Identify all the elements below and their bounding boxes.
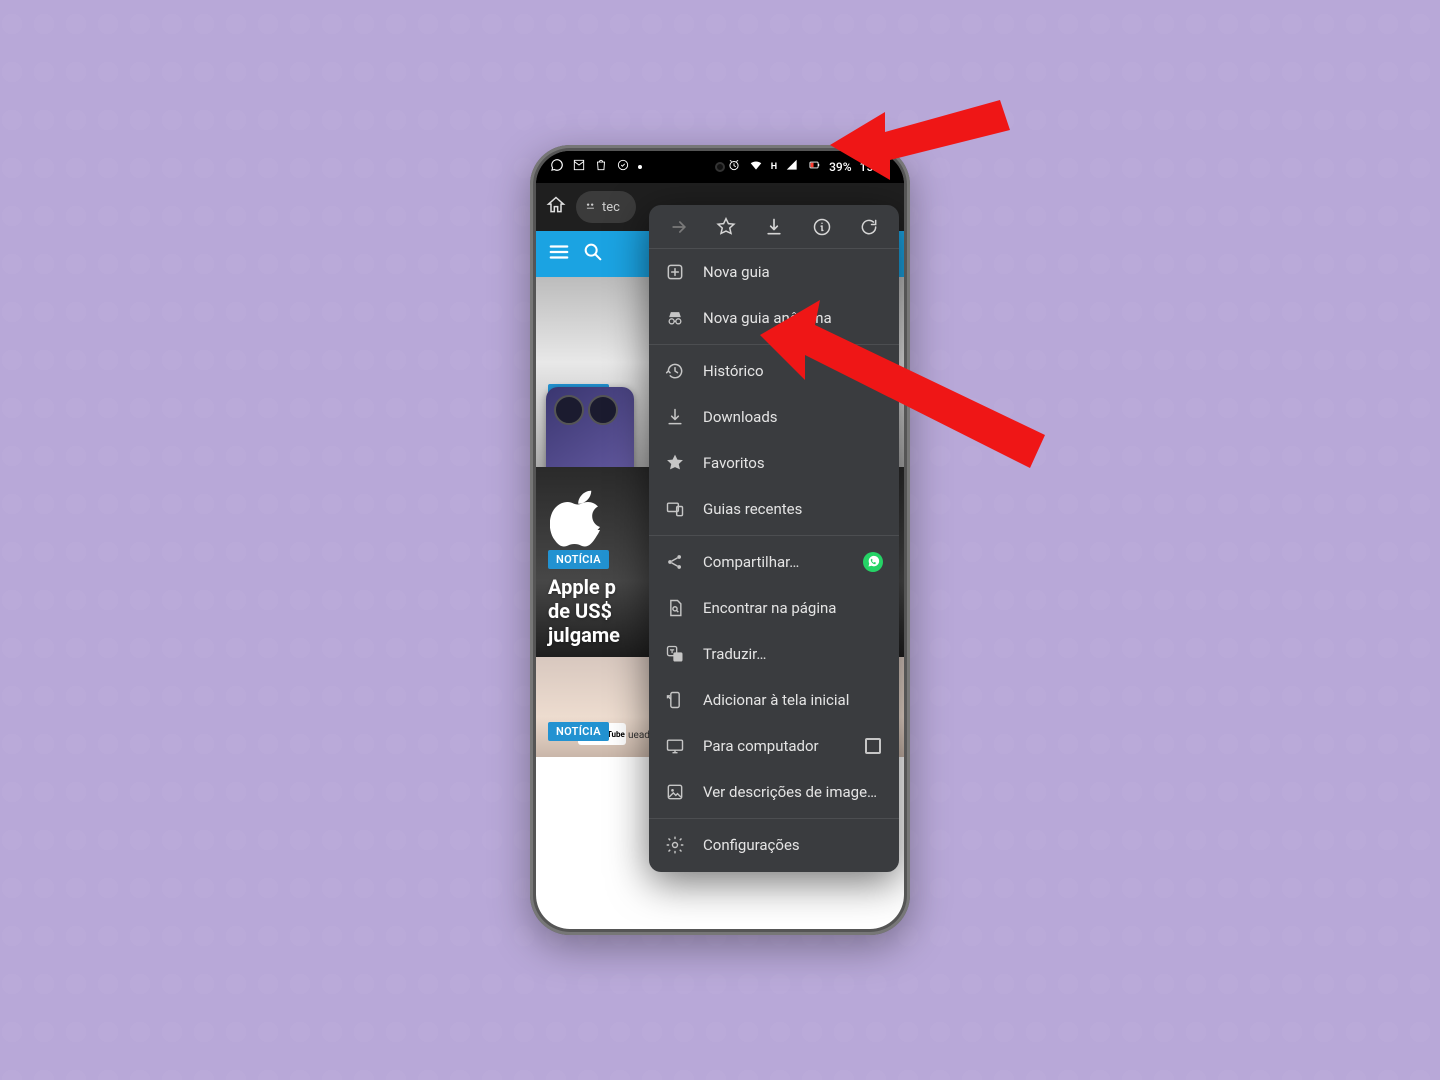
desktop-icon — [665, 736, 685, 756]
menu-item-label: Configurações — [703, 836, 883, 854]
menu-item-image-descriptions[interactable]: Ver descrições de image… — [649, 769, 899, 815]
menu-item-translate[interactable]: Traduzir… — [649, 631, 899, 677]
translate-icon — [665, 644, 685, 664]
menu-item-label: Encontrar na página — [703, 599, 883, 617]
sync-status-icon — [616, 158, 630, 176]
history-icon — [665, 361, 685, 381]
menu-item-label: Ver descrições de image… — [703, 783, 883, 801]
menu-item-label: Para computador — [703, 737, 845, 755]
home-icon[interactable] — [546, 195, 566, 219]
gear-icon — [665, 835, 685, 855]
menu-item-new-tab[interactable]: Nova guia — [649, 249, 899, 295]
page-info-button[interactable] — [804, 209, 840, 245]
menu-item-label: Traduzir… — [703, 645, 883, 663]
reload-button[interactable] — [851, 209, 887, 245]
wifi-icon — [749, 158, 763, 176]
menu-item-label: Adicionar à tela inicial — [703, 691, 883, 709]
menu-item-find-in-page[interactable]: Encontrar na página — [649, 585, 899, 631]
noticia-badge: NOTÍCIA — [548, 722, 609, 741]
bag-status-icon — [594, 158, 608, 176]
phone-frame: H 39% 15:47 tec — [530, 145, 910, 935]
illustration-canvas: H 39% 15:47 tec — [0, 0, 1440, 1080]
camera-notch — [715, 162, 725, 172]
search-icon[interactable] — [582, 241, 604, 267]
phone-screen: H 39% 15:47 tec — [536, 151, 904, 929]
hamburger-icon[interactable] — [548, 241, 570, 267]
menu-item-settings[interactable]: Configurações — [649, 822, 899, 868]
menu-item-desktop-site[interactable]: Para computador — [649, 723, 899, 769]
more-notifications-dot — [638, 165, 642, 169]
menu-item-label: Guias recentes — [703, 500, 883, 518]
devices-icon — [665, 499, 685, 519]
menu-item-label: Compartilhar… — [703, 553, 845, 571]
forward-button[interactable] — [661, 209, 697, 245]
url-text: tec — [602, 200, 620, 215]
battery-icon — [807, 158, 821, 176]
image-icon — [665, 782, 685, 802]
annotation-arrow-top — [830, 90, 1010, 204]
annotation-arrow-menu — [760, 300, 1050, 474]
desktop-site-checkbox[interactable] — [863, 736, 883, 756]
mobile-data-indicator: H — [771, 162, 777, 172]
whatsapp-quick-share[interactable] — [863, 552, 883, 572]
menu-item-recent-tabs[interactable]: Guias recentes — [649, 486, 899, 532]
menu-divider — [649, 535, 899, 536]
add-to-home-icon — [665, 690, 685, 710]
signal-icon — [785, 158, 799, 176]
mail-status-icon — [572, 158, 586, 176]
chip-side-text: uead — [628, 730, 650, 741]
menu-action-row — [649, 205, 899, 249]
alarm-icon — [727, 158, 741, 176]
share-icon — [665, 552, 685, 572]
menu-divider — [649, 818, 899, 819]
url-bar[interactable]: tec — [576, 191, 636, 223]
incognito-icon — [665, 308, 685, 328]
plus-box-icon — [665, 262, 685, 282]
menu-item-add-to-home[interactable]: Adicionar à tela inicial — [649, 677, 899, 723]
menu-item-share[interactable]: Compartilhar… — [649, 539, 899, 585]
whatsapp-status-icon — [550, 158, 564, 176]
apple-logo-icon — [550, 487, 610, 547]
bookmark-button[interactable] — [708, 209, 744, 245]
download-page-button[interactable] — [756, 209, 792, 245]
find-in-page-icon — [665, 598, 685, 618]
site-settings-icon — [584, 200, 598, 214]
menu-item-label: Nova guia — [703, 263, 883, 281]
downloads-icon — [665, 407, 685, 427]
noticia-badge: NOTÍCIA — [548, 550, 609, 569]
star-icon — [665, 453, 685, 473]
